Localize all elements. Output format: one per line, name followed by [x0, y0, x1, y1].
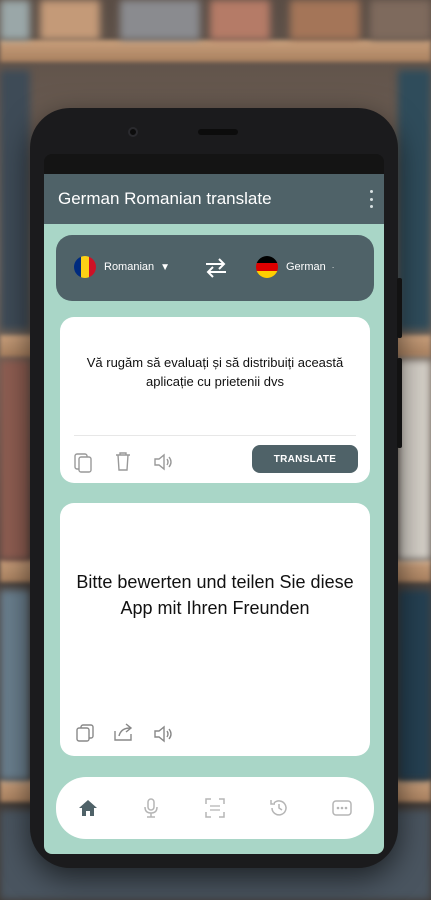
swap-arrows-icon[interactable] [204, 257, 228, 279]
app-bar: German Romanian translate [44, 174, 384, 224]
phone-screen: German Romanian translate Romanian ▼ Ger… [44, 154, 384, 854]
scan-icon [205, 798, 225, 818]
speaker-icon[interactable] [152, 451, 174, 473]
history-icon [269, 800, 287, 816]
language-selector-bar: Romanian ▼ German · [56, 235, 374, 301]
earpiece [198, 129, 238, 135]
source-language-dropdown[interactable]: Romanian ▼ [74, 256, 170, 278]
chevron-down-icon: · [331, 262, 335, 272]
app-screen: German Romanian translate Romanian ▼ Ger… [44, 174, 384, 854]
romania-flag-icon [74, 256, 96, 278]
germany-flag-icon [256, 256, 278, 278]
result-text-card: Bitte bewerten und teilen Sie diese App … [60, 503, 370, 756]
chevron-down-icon: ▼ [160, 261, 171, 273]
front-camera [128, 127, 138, 137]
source-text[interactable]: Vă rugăm să evaluați și să distribuiți a… [74, 353, 356, 391]
source-language-label: Romanian [104, 261, 155, 273]
power-button [397, 278, 402, 338]
volume-button [397, 358, 402, 448]
share-icon[interactable] [112, 721, 134, 743]
bottom-navigation [56, 777, 374, 839]
paste-icon[interactable] [72, 451, 94, 473]
source-text-card[interactable]: Vă rugăm să evaluați și să distribuiți a… [60, 317, 370, 483]
divider [74, 435, 356, 436]
trash-icon[interactable] [112, 450, 134, 472]
translate-button[interactable]: TRANSLATE [252, 445, 358, 473]
speaker-icon[interactable] [152, 723, 174, 745]
nav-more[interactable] [329, 795, 355, 821]
more-vert-icon[interactable] [366, 190, 376, 208]
nav-history[interactable] [266, 795, 292, 821]
nav-scan[interactable] [202, 795, 228, 821]
target-language-label: German [286, 261, 326, 273]
home-icon [78, 800, 97, 816]
microphone-icon [144, 798, 159, 818]
nav-home[interactable] [75, 795, 101, 821]
nav-voice[interactable] [138, 795, 164, 821]
result-text: Bitte bewerten und teilen Sie diese App … [76, 572, 354, 618]
more-icon [332, 800, 352, 816]
phone-frame: German Romanian translate Romanian ▼ Ger… [30, 108, 402, 868]
target-language-dropdown[interactable]: German · [256, 256, 334, 278]
copy-icon[interactable] [74, 722, 96, 744]
app-title: German Romanian translate [58, 189, 272, 208]
